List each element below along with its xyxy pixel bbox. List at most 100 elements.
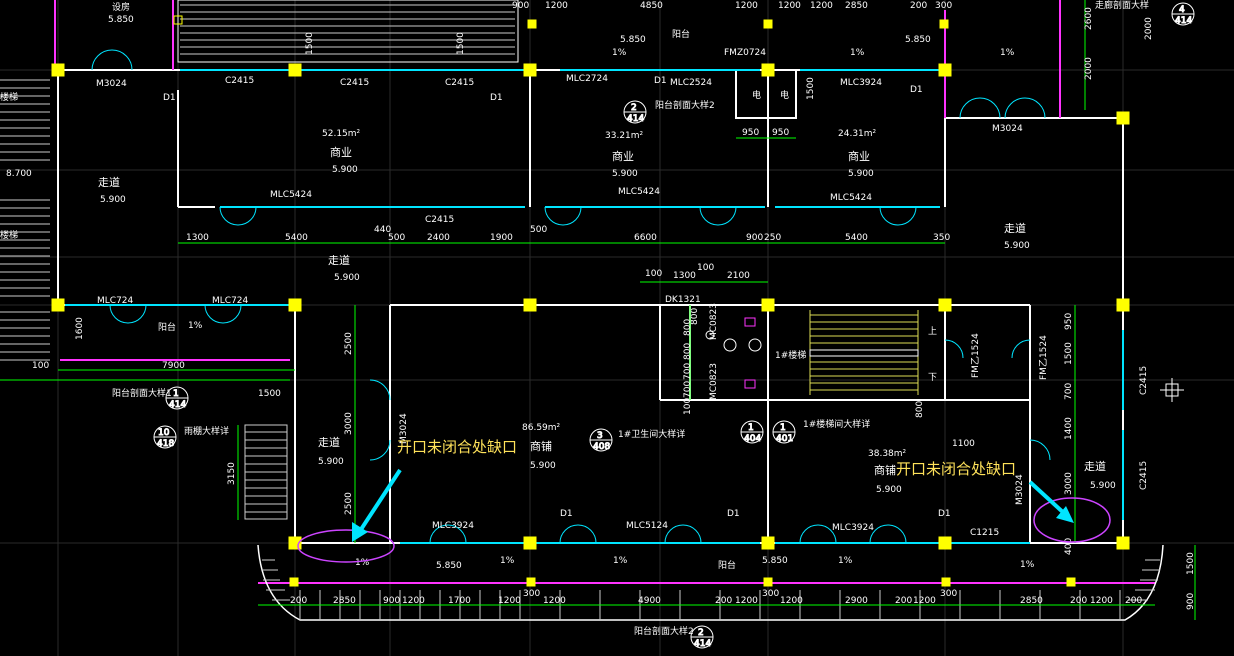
bubble-4-top: 1 <box>748 423 754 433</box>
dim-misc-6: 2000 <box>1084 57 1094 80</box>
left-stair-label-a: 楼梯 <box>0 91 18 103</box>
left-stair-label-b: 楼梯 <box>0 229 18 241</box>
dim-misc-29: 1500 <box>1186 552 1196 575</box>
elev-top-a: 5.850 <box>620 35 646 45</box>
corridor-4-elev: 5.900 <box>1090 481 1116 491</box>
dim-mid-4: 2400 <box>427 233 450 243</box>
dim-misc-31: 2000 <box>1144 17 1154 40</box>
opening-17: D1 <box>163 93 176 103</box>
opening-9: D1 <box>910 85 923 95</box>
bubble-5-bottom: 401 <box>776 434 793 444</box>
dim-misc-20: 800 <box>690 308 700 325</box>
dim-misc-25: 700 <box>1064 383 1074 400</box>
room-0-elev: 5.900 <box>332 165 358 175</box>
bubble-6-bottom: 414 <box>694 639 711 649</box>
corridor-detail: 走廊剖面大样 <box>1095 0 1149 11</box>
dim-misc-9: 2500 <box>344 492 354 515</box>
corridor-1-elev: 5.900 <box>334 273 360 283</box>
dim-bot-5: 1200 <box>498 596 521 606</box>
dim-misc-7: 2500 <box>344 332 354 355</box>
bubble-3-top: 3 <box>597 431 603 441</box>
dim-mid-1: 5400 <box>285 233 308 243</box>
bubble-2-top: 10 <box>158 428 170 438</box>
opening-24: FM乙1524 <box>1038 335 1049 380</box>
opening-21: MLC3924 <box>832 523 874 533</box>
opening-2: C2415 <box>340 78 369 88</box>
dim-mid-10: 5400 <box>845 233 868 243</box>
corridor-4-name: 走道 <box>1084 459 1106 473</box>
dim-misc-2: 1500 <box>305 32 315 55</box>
corridor-2-elev: 5.900 <box>318 457 344 467</box>
dim-bot-11: 300 <box>762 589 779 599</box>
dim-bot-3: 1200 <box>402 596 425 606</box>
corridor-3-elev: 5.900 <box>1004 241 1030 251</box>
cad-drawing-canvas[interactable]: 楼梯 楼梯 8.700 1#楼梯 上 下 电 电 1300 5400 440 5… <box>0 0 1234 656</box>
opening-1: C2415 <box>225 76 254 86</box>
dim-misc-1: 950 <box>772 128 789 138</box>
dim-bot-14: 200 <box>895 596 912 606</box>
dim-mid-11: 350 <box>933 233 950 243</box>
dim-mid-8: 900 <box>746 233 763 243</box>
elevator-label-2: 电 <box>780 89 789 101</box>
opening-14: MLC5424 <box>830 193 872 203</box>
dim-misc-26: 1400 <box>1064 417 1074 440</box>
dim-misc-10: 3150 <box>227 462 237 485</box>
opening-20: MLC5124 <box>626 521 668 531</box>
room-4-elev: 5.900 <box>876 485 902 495</box>
dim-bot-17: 2850 <box>1020 596 1043 606</box>
dim-stair-3: 2100 <box>727 271 750 281</box>
opening-8: MLC3924 <box>840 78 882 88</box>
dim-bot-15: 1200 <box>913 596 936 606</box>
top-left-elev: 5.850 <box>108 15 134 25</box>
bubble-6-top: 2 <box>698 628 704 638</box>
opening-6: MLC2524 <box>670 78 712 88</box>
room-4-area: 38.38m² <box>868 449 907 459</box>
dim-misc-19: 700 <box>683 381 693 398</box>
dim-stair-2: 100 <box>697 263 714 273</box>
room-1-area: 33.21m² <box>605 131 644 141</box>
balcony-bottom: 阳台 <box>718 559 736 571</box>
opening-16: MLC724 <box>212 296 249 306</box>
canopy-detail: 雨棚大样详 <box>184 425 229 437</box>
opening-11: MLC5424 <box>270 190 312 200</box>
dim-bot-16: 300 <box>940 589 957 599</box>
top-left-room: 设房 <box>112 1 130 13</box>
dim-misc-21: 1100 <box>952 439 975 449</box>
bubble-1-bottom: 414 <box>169 400 186 410</box>
elev-top-b: 5.850 <box>905 35 931 45</box>
dim-misc-15: 100 <box>683 398 693 415</box>
dim-misc-22: 800 <box>915 401 925 418</box>
opening-22: C1215 <box>970 528 999 538</box>
corridor-3-name: 走道 <box>1004 221 1026 235</box>
room-3-area: 86.59m² <box>522 423 561 433</box>
dim-bot-18: 200 <box>1070 596 1087 606</box>
dim-misc-30: 900 <box>1186 593 1196 610</box>
bubble-0-bottom: 414 <box>627 114 644 124</box>
dim-stair-1: 1300 <box>673 271 696 281</box>
mc-b: MC0823 <box>709 363 719 400</box>
opening-29: M3024 <box>1015 474 1025 505</box>
slope-f: 1% <box>1020 560 1035 570</box>
corridor-2-name: 走道 <box>318 435 340 449</box>
toilet-detail: 1#卫生间大样详 <box>618 428 685 440</box>
balcony-detail-top: 阳台剖面大样2 <box>655 99 715 111</box>
elevator-label: 电 <box>752 89 761 101</box>
dim-misc-12: 7900 <box>162 361 185 371</box>
dim-misc-0: 950 <box>742 128 759 138</box>
dim-bot-4: 1700 <box>448 596 471 606</box>
elev-bottom-a: 5.850 <box>436 561 462 571</box>
dim-bot-0: 200 <box>290 596 307 606</box>
room-1-elev: 5.900 <box>612 169 638 179</box>
dim-misc-17: 800 <box>683 343 693 360</box>
room-0-name: 商业 <box>330 145 352 159</box>
dim-misc-3: 1500 <box>456 32 466 55</box>
slope-g: 1% <box>612 48 627 58</box>
opening-25: C2415 <box>1139 366 1149 395</box>
dim-top-7: 200 <box>910 1 927 11</box>
stair-up-label: 上 <box>928 326 937 337</box>
bubble-4-bottom: 404 <box>744 434 761 444</box>
room-2-name: 商业 <box>848 149 870 163</box>
bubble-0-top: 2 <box>631 103 637 113</box>
dim-bot-20: 200 <box>1125 596 1142 606</box>
dim-bot-1: 2850 <box>333 596 356 606</box>
